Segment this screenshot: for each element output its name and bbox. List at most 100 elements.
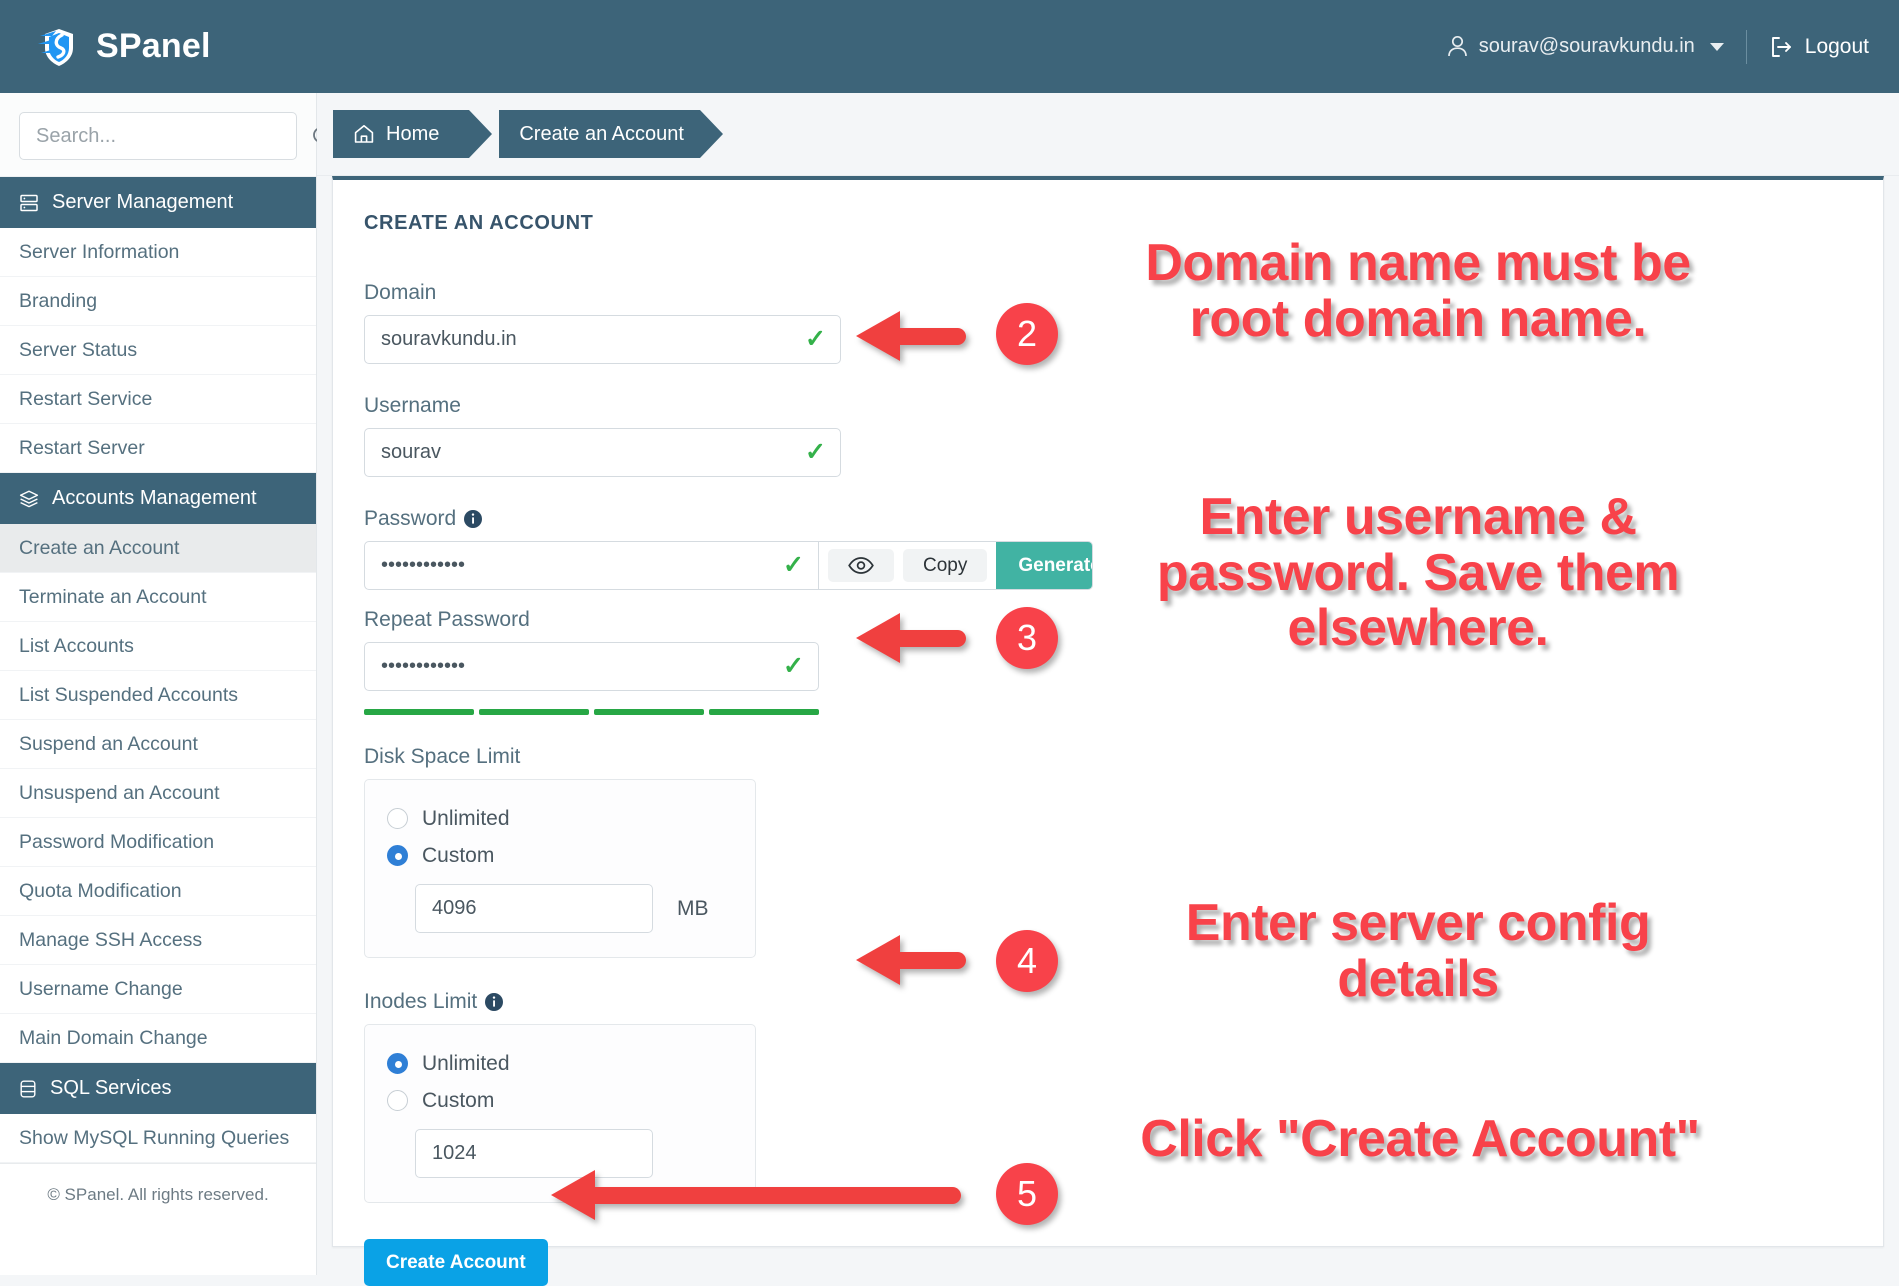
- sidebar-item-list-accounts[interactable]: List Accounts: [0, 622, 316, 671]
- password-input[interactable]: [379, 553, 784, 578]
- search-box[interactable]: [19, 112, 333, 160]
- disk-space-custom-label: Custom: [422, 843, 495, 867]
- sidebar-item-label: Main Domain Change: [19, 1026, 208, 1049]
- database-icon: [19, 1079, 37, 1099]
- sidebar-item-label: Suspend an Account: [19, 732, 198, 755]
- generate-password-button[interactable]: Generate: [996, 542, 1092, 589]
- logout-label: Logout: [1804, 34, 1869, 58]
- domain-label: Domain: [364, 281, 437, 304]
- domain-input[interactable]: [379, 327, 806, 352]
- annotation-text-4: Enter server config details: [1183, 892, 1654, 1009]
- sidebar-item-list-suspended-accounts[interactable]: List Suspended Accounts: [0, 671, 316, 720]
- repeat-password-label: Repeat Password: [364, 608, 530, 631]
- arrow-shaft: [894, 328, 966, 345]
- user-email-label: sourav@souravkundu.in: [1478, 35, 1695, 57]
- radio-unselected-icon[interactable]: [387, 808, 408, 829]
- sidebar-item-branding[interactable]: Branding: [0, 277, 316, 326]
- eye-icon: [848, 557, 874, 574]
- sidebar-item-username-change[interactable]: Username Change: [0, 965, 316, 1014]
- info-icon[interactable]: [464, 510, 483, 528]
- create-account-button[interactable]: Create Account: [364, 1239, 548, 1286]
- brand[interactable]: SPanel: [36, 24, 211, 70]
- disk-space-custom-option[interactable]: Custom: [387, 837, 733, 874]
- radio-unselected-icon[interactable]: [387, 1090, 408, 1111]
- logout-button[interactable]: Logout: [1747, 35, 1869, 59]
- disk-space-value-input[interactable]: [430, 896, 699, 921]
- password-input-box: ✓: [364, 541, 819, 590]
- repeat-password-input-wrap[interactable]: ✓: [364, 642, 819, 691]
- sidebar-item-main-domain-change[interactable]: Main Domain Change: [0, 1014, 316, 1063]
- sidebar-item-label: Unsuspend an Account: [19, 781, 220, 804]
- sidebar-item-server-information[interactable]: Server Information: [0, 228, 316, 277]
- sidebar-item-label: Restart Service: [19, 387, 153, 410]
- sidebar-item-restart-server[interactable]: Restart Server: [0, 424, 316, 473]
- username-input-wrap[interactable]: ✓: [364, 428, 841, 477]
- breadcrumb-home-label: Home: [386, 122, 440, 145]
- sidebar-item-restart-service[interactable]: Restart Service: [0, 375, 316, 424]
- disk-space-unlimited-label: Unlimited: [422, 806, 510, 830]
- annotation-badge-2: 2: [996, 303, 1058, 365]
- breadcrumb-separator-icon: [469, 110, 493, 158]
- inodes-value-wrap[interactable]: [415, 1129, 699, 1178]
- sidebar-item-suspend-an-account[interactable]: Suspend an Account: [0, 720, 316, 769]
- sidebar-item-create-an-account[interactable]: Create an Account: [0, 524, 316, 573]
- sidebar-group-sql-services[interactable]: SQL Services: [0, 1063, 316, 1114]
- sidebar-item-label: List Suspended Accounts: [19, 683, 238, 706]
- sidebar-item-label: Restart Server: [19, 436, 145, 459]
- inodes-limit-group: Inodes Limit Unlimited Custom: [364, 990, 1093, 1203]
- password-input-wrap[interactable]: ✓: [364, 541, 819, 590]
- sidebar-footer: © SPanel. All rights reserved.: [0, 1163, 316, 1225]
- sidebar-item-label: List Accounts: [19, 634, 134, 657]
- sidebar-group-label: SQL Services: [50, 1077, 172, 1099]
- sidebar-item-server-status[interactable]: Server Status: [0, 326, 316, 375]
- sidebar-item-quota-modification[interactable]: Quota Modification: [0, 867, 316, 916]
- breadcrumb-separator-icon: [699, 110, 723, 158]
- search-input[interactable]: [34, 123, 303, 149]
- user-menu[interactable]: sourav@souravkundu.in: [1447, 35, 1746, 58]
- inodes-custom-option[interactable]: Custom: [387, 1082, 733, 1119]
- annotation-text-3: Enter username & password. Save them els…: [1154, 486, 1683, 659]
- repeat-password-field-group: Repeat Password ✓: [364, 608, 1093, 715]
- copy-password-button[interactable]: Copy: [903, 549, 988, 582]
- radio-selected-icon[interactable]: [387, 845, 408, 866]
- check-icon: ✓: [783, 551, 804, 579]
- strength-segment: [479, 709, 589, 715]
- annotation-badge-3: 3: [996, 607, 1058, 669]
- arrow-shaft: [894, 952, 966, 969]
- inodes-unlimited-option[interactable]: Unlimited: [387, 1045, 733, 1082]
- repeat-password-input[interactable]: [379, 654, 784, 679]
- disk-space-limit-label: Disk Space Limit: [364, 745, 521, 768]
- radio-selected-icon[interactable]: [387, 1053, 408, 1074]
- sidebar-item-label: Quota Modification: [19, 879, 182, 902]
- sidebar-item-unsuspend-an-account[interactable]: Unsuspend an Account: [0, 769, 316, 818]
- submit-row: Create Account: [364, 1239, 1093, 1286]
- inodes-value-input[interactable]: [430, 1141, 699, 1166]
- brand-title: SPanel: [96, 27, 211, 65]
- disk-space-custom-value-row: MB: [415, 884, 733, 933]
- sidebar-group-server-management[interactable]: Server Management: [0, 177, 316, 228]
- sidebar-item-manage-ssh-access[interactable]: Manage SSH Access: [0, 916, 316, 965]
- inodes-limit-label-row: Inodes Limit: [364, 990, 1093, 1014]
- username-input[interactable]: [379, 440, 806, 465]
- header-right-actions: sourav@souravkundu.in Logout: [1447, 29, 1869, 64]
- annotation-badge-5: 5: [996, 1163, 1058, 1225]
- sidebar-item-password-modification[interactable]: Password Modification: [0, 818, 316, 867]
- home-icon: [353, 123, 375, 145]
- disk-space-unlimited-option[interactable]: Unlimited: [387, 800, 733, 837]
- breadcrumb-current: Create an Account: [499, 110, 723, 158]
- strength-segment: [594, 709, 704, 715]
- info-icon[interactable]: [485, 993, 504, 1011]
- sidebar-item-show-mysql-running-queries[interactable]: Show MySQL Running Queries: [0, 1114, 316, 1163]
- sidebar-item-terminate-an-account[interactable]: Terminate an Account: [0, 573, 316, 622]
- disk-space-unit-label: MB: [677, 896, 709, 920]
- sidebar-item-label: Create an Account: [19, 536, 180, 559]
- inodes-custom-label: Custom: [422, 1088, 495, 1112]
- layers-icon: [19, 489, 39, 509]
- breadcrumb-home[interactable]: Home: [333, 110, 493, 158]
- disk-space-value-wrap[interactable]: [415, 884, 699, 933]
- inodes-unlimited-label: Unlimited: [422, 1051, 510, 1075]
- sidebar-group-accounts-management[interactable]: Accounts Management: [0, 473, 316, 524]
- domain-input-wrap[interactable]: ✓: [364, 315, 841, 364]
- password-label-row: Password: [364, 507, 1093, 531]
- toggle-password-visibility-button[interactable]: [828, 549, 894, 582]
